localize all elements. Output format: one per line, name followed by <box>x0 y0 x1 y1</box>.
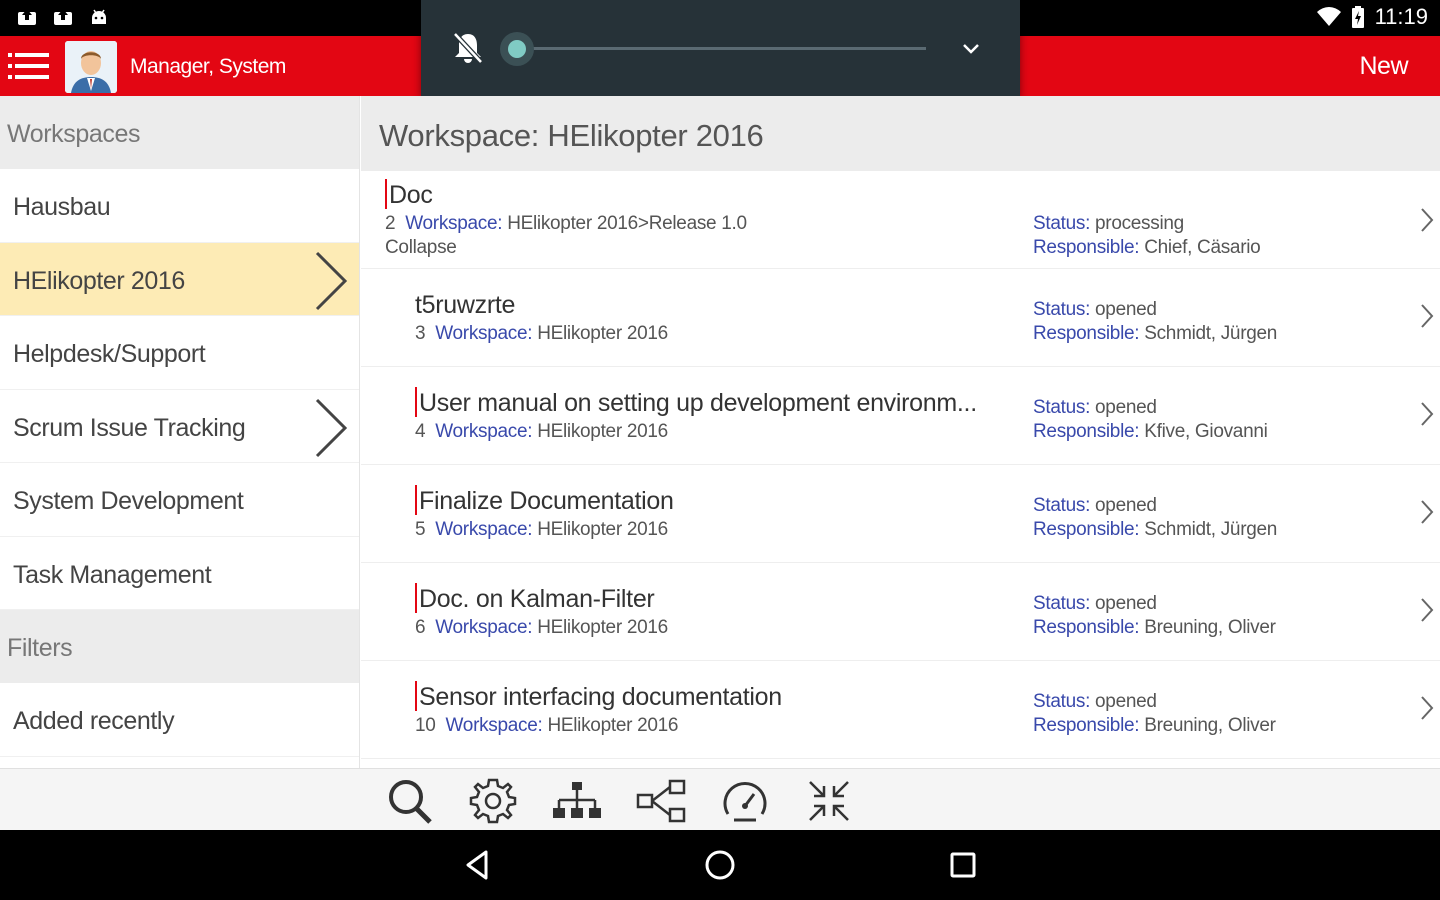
sidebar-item-label: Added recently <box>13 707 175 735</box>
settings-icon[interactable] <box>468 776 518 826</box>
sidebar-item-label: Hausbau <box>13 193 111 221</box>
item-meta: 3 Workspace: HElikopter 2016 <box>415 323 668 344</box>
item-title: Sensor interfacing documentation <box>419 683 782 711</box>
item-meta: 5 Workspace: HElikopter 2016 <box>415 519 668 540</box>
sidebar-item-helikopter-2016[interactable]: HElikopter 2016 <box>0 242 359 316</box>
item-meta: 2 Workspace: HElikopter 2016>Release 1.0 <box>385 213 747 234</box>
notification-icons <box>16 6 110 28</box>
filters-header: Filters <box>0 610 359 683</box>
sidebar-item-label: Task Management <box>13 560 212 589</box>
item-status: Status: opened Responsible: Schmidt, Jür… <box>1033 495 1278 540</box>
list-item[interactable]: t5ruwzrte 3 Workspace: HElikopter 2016 S… <box>361 269 1440 367</box>
item-meta: 4 Workspace: HElikopter 2016 <box>415 421 668 442</box>
user-name[interactable]: Manager, System <box>130 55 286 79</box>
upload-icon <box>18 9 36 25</box>
sidebar-item-added-recently[interactable]: Added recently <box>0 683 359 757</box>
sidebar-item-label: HElikopter 2016 <box>13 266 185 295</box>
sidebar: Workspaces Hausbau HElikopter 2016 Helpd… <box>0 96 360 768</box>
item-meta: 6 Workspace: HElikopter 2016 <box>415 617 668 638</box>
back-icon[interactable] <box>460 847 496 883</box>
chevron-right-icon[interactable] <box>1420 401 1434 427</box>
sidebar-item-system-development[interactable]: System Development <box>0 463 359 537</box>
item-title: Doc <box>389 181 433 209</box>
list-item[interactable]: Doc 2 Workspace: HElikopter 2016>Release… <box>361 171 1440 269</box>
item-title: User manual on setting up development en… <box>419 389 977 417</box>
upload-icon <box>54 9 72 25</box>
workspaces-header: Workspaces <box>0 96 359 169</box>
list-item[interactable]: Finalize Documentation 5 Workspace: HEli… <box>361 465 1440 563</box>
collapse-link[interactable]: Collapse <box>385 237 457 259</box>
volume-slider-thumb[interactable] <box>508 40 526 58</box>
page-title: Workspace: HElikopter 2016 <box>361 96 1440 171</box>
recents-icon[interactable] <box>945 847 981 883</box>
android-icon <box>92 9 106 24</box>
item-status: Status: opened Responsible: Schmidt, Jür… <box>1033 299 1278 344</box>
item-status: Status: opened Responsible: Kfive, Giova… <box>1033 397 1268 442</box>
volume-slider-track[interactable] <box>516 47 926 50</box>
collapse-icon[interactable] <box>804 776 854 826</box>
battery-icon <box>1351 6 1364 28</box>
item-meta: 10 Workspace: HElikopter 2016 <box>415 715 679 736</box>
home-icon[interactable] <box>702 847 738 883</box>
item-status: Status: opened Responsible: Breuning, Ol… <box>1033 691 1276 736</box>
list-item[interactable]: User manual on setting up development en… <box>361 367 1440 465</box>
item-title: Doc. on Kalman-Filter <box>419 585 655 613</box>
chevron-right-icon[interactable] <box>1420 597 1434 623</box>
sidebar-item-helpdesk-support[interactable]: Helpdesk/Support <box>0 316 359 390</box>
navigation-bar <box>0 830 1440 900</box>
avatar[interactable] <box>65 41 117 93</box>
chevron-right-icon[interactable] <box>1420 499 1434 525</box>
item-status: Status: processing Responsible: Chief, C… <box>1033 213 1261 258</box>
chevron-right-icon[interactable] <box>311 398 349 458</box>
bell-off-icon[interactable] <box>451 30 485 66</box>
chevron-right-icon[interactable] <box>1420 303 1434 329</box>
new-button[interactable]: New <box>1359 52 1408 81</box>
hierarchy-icon[interactable] <box>552 776 602 826</box>
sidebar-item-label: Helpdesk/Support <box>13 340 206 368</box>
sidebar-item-task-management[interactable]: Task Management <box>0 537 359 610</box>
sidebar-item-label: Scrum Issue Tracking <box>13 413 246 442</box>
sidebar-item-hausbau[interactable]: Hausbau <box>0 169 359 243</box>
clock: 11:19 <box>1374 4 1428 29</box>
sidebar-item-scrum-issue-tracking[interactable]: Scrum Issue Tracking <box>0 390 359 463</box>
list-item[interactable]: Doc. on Kalman-Filter 6 Workspace: HElik… <box>361 563 1440 661</box>
chevron-right-icon[interactable] <box>1420 207 1434 233</box>
item-title: Finalize Documentation <box>419 487 674 515</box>
menu-icon[interactable] <box>6 50 52 82</box>
item-status: Status: opened Responsible: Breuning, Ol… <box>1033 593 1276 638</box>
wifi-icon <box>1316 7 1341 27</box>
main-content: Workspace: HElikopter 2016 Doc 2 Workspa… <box>361 96 1440 768</box>
item-title: t5ruwzrte <box>415 291 516 319</box>
chevron-right-icon[interactable] <box>1420 695 1434 721</box>
share-icon[interactable] <box>636 776 686 826</box>
search-icon[interactable] <box>384 776 434 826</box>
volume-panel <box>421 0 1020 96</box>
dashboard-icon[interactable] <box>720 776 770 826</box>
list-item[interactable]: Sensor interfacing documentation 10 Work… <box>361 661 1440 759</box>
bottom-toolbar <box>0 768 1440 830</box>
sidebar-item-label: System Development <box>13 487 244 515</box>
user-avatar-icon <box>65 41 117 93</box>
chevron-right-icon[interactable] <box>311 251 349 311</box>
chevron-down-icon[interactable] <box>959 36 983 60</box>
